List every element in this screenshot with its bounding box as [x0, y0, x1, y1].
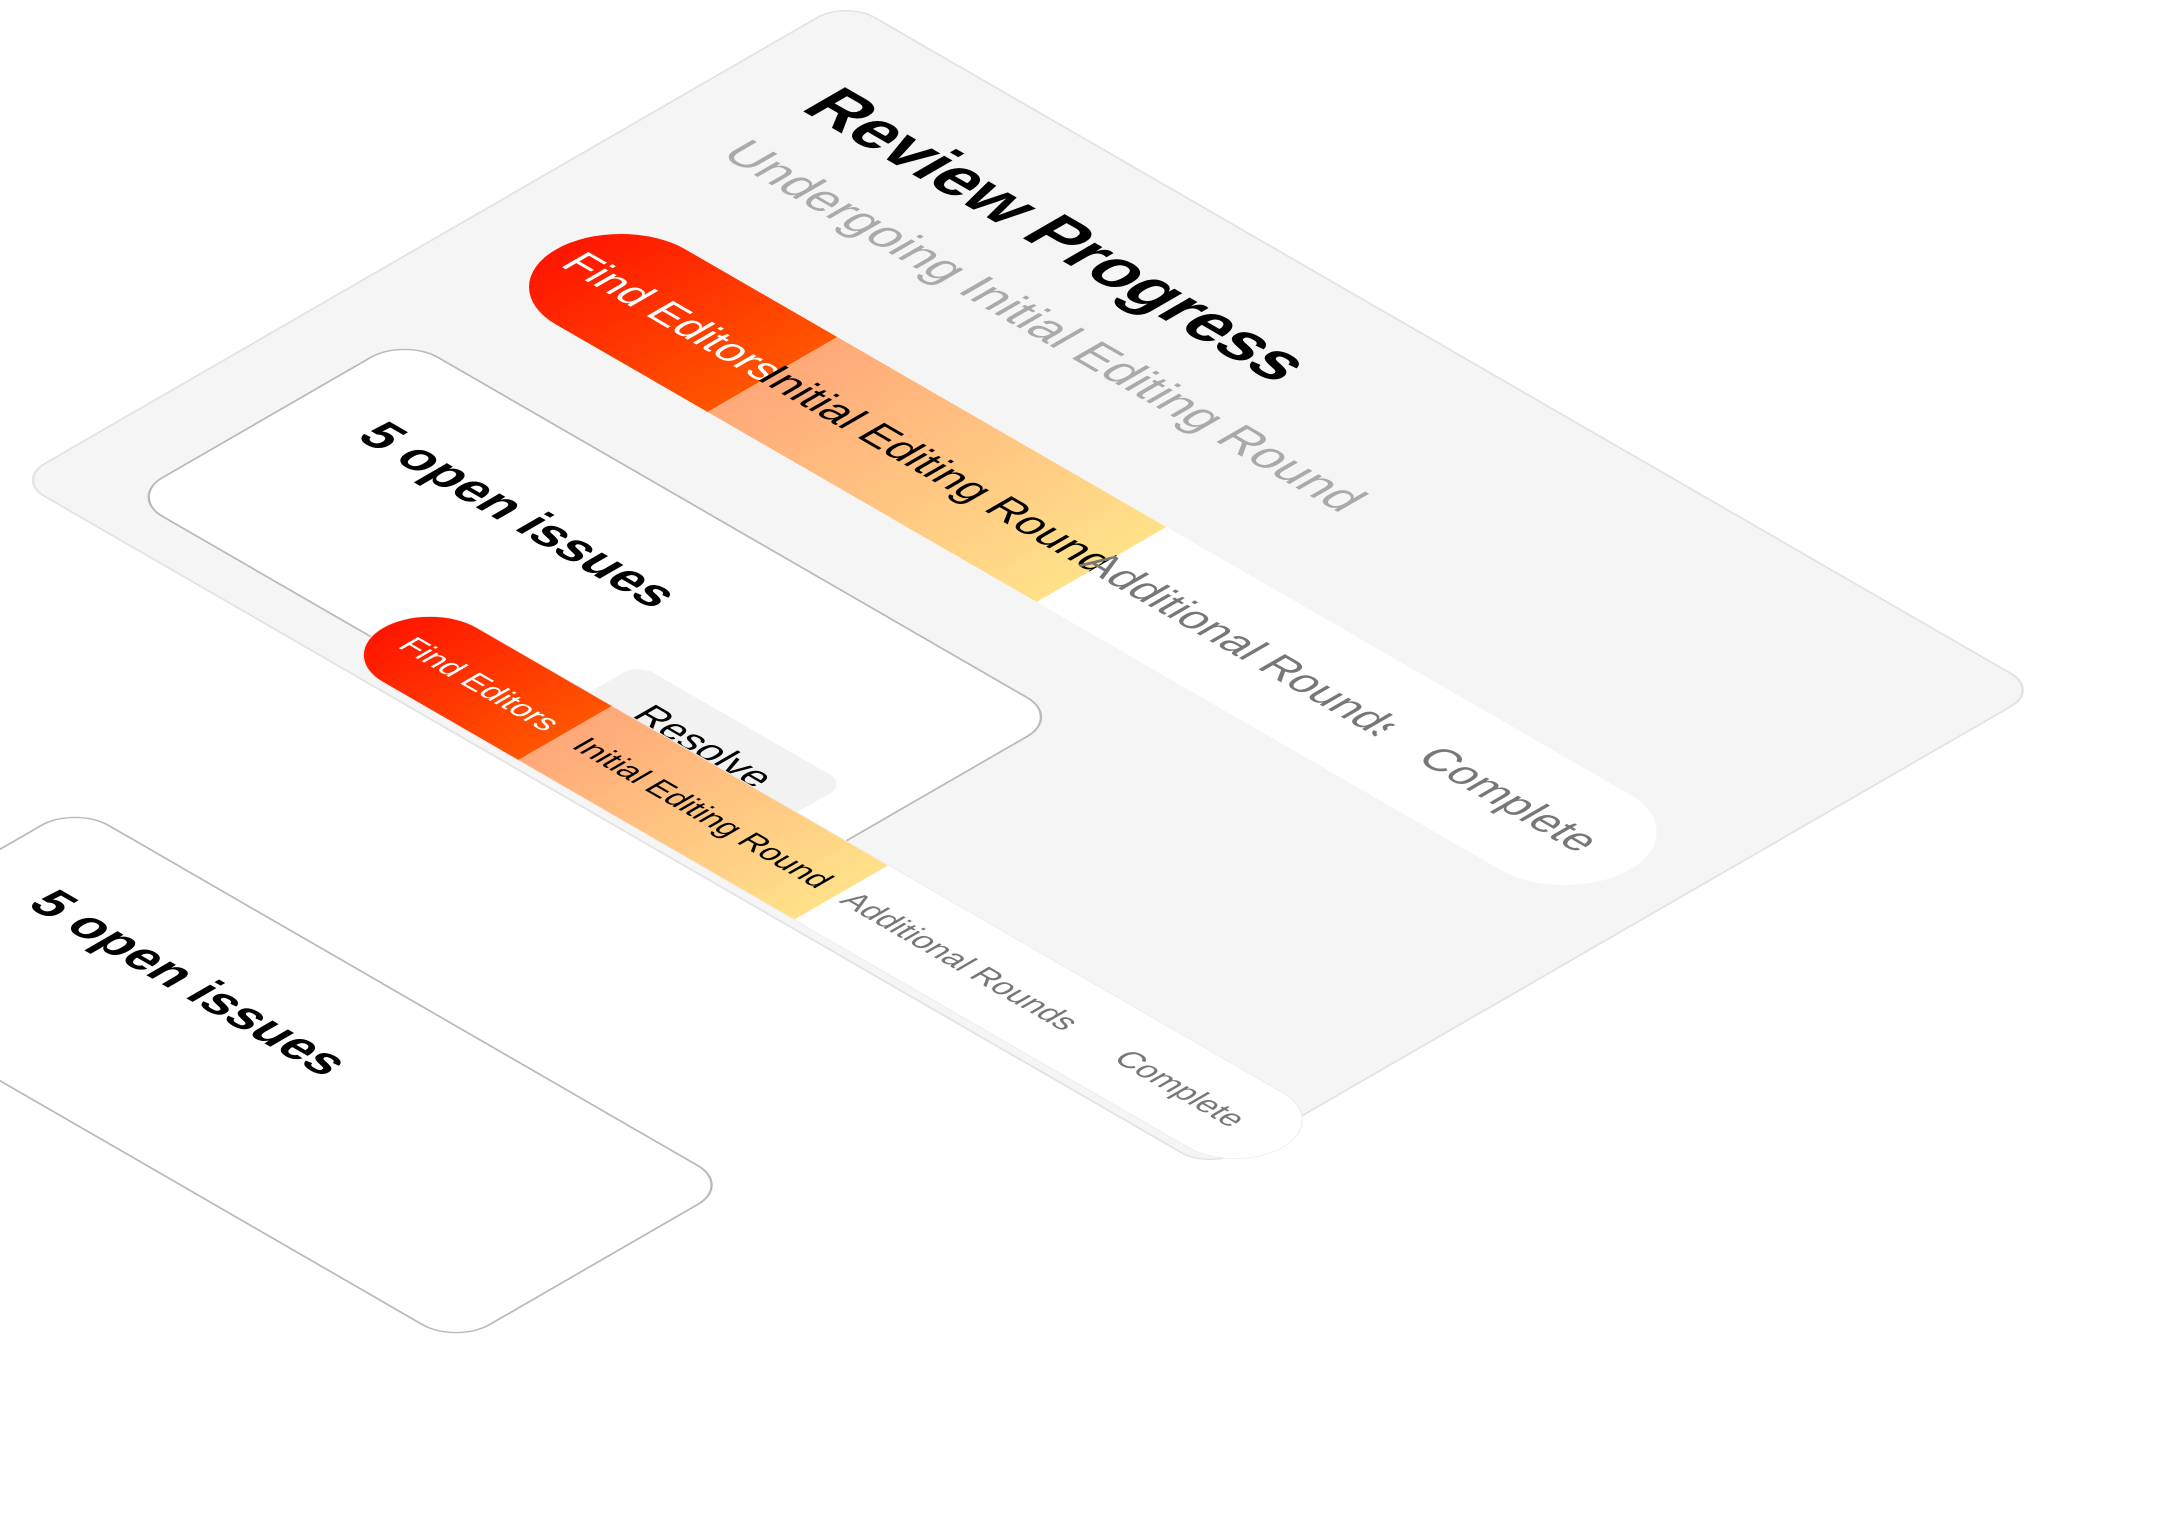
open-issues-count: 5 open issues — [344, 414, 693, 616]
open-issues-count-detached: 5 open issues — [15, 882, 364, 1084]
scene: Review Progress Undergoing Initial Editi… — [0, 0, 2184, 1530]
open-issues-panel-detached: 5 open issues — [0, 805, 734, 1345]
